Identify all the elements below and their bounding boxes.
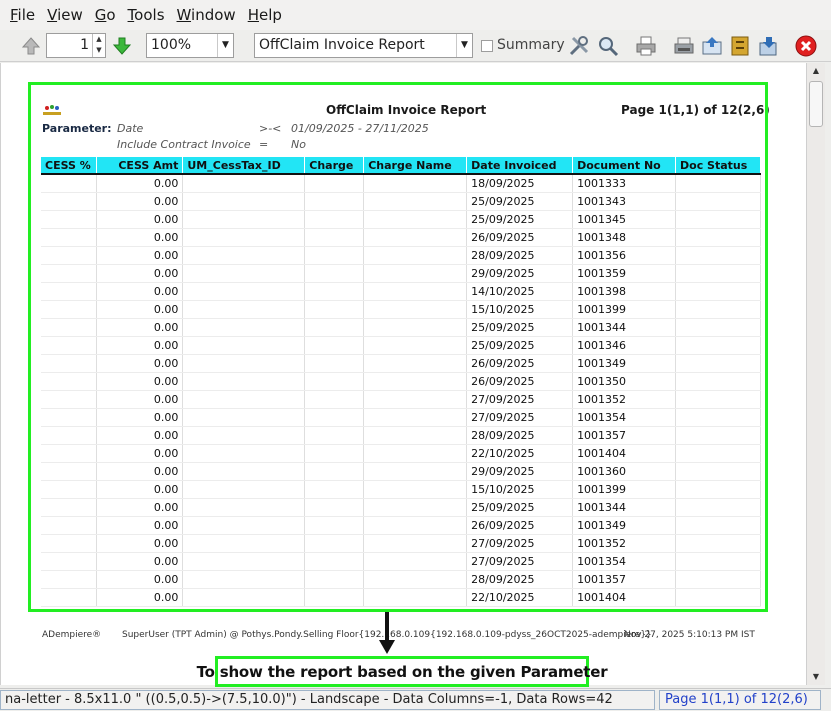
search-icon bbox=[599, 37, 619, 57]
zoom-select[interactable]: 100% ▼ bbox=[146, 33, 234, 58]
export-icon bbox=[759, 37, 777, 56]
send-email-button[interactable] bbox=[698, 32, 726, 60]
print-button[interactable] bbox=[632, 32, 660, 60]
stepper-down-icon[interactable]: ▼ bbox=[93, 45, 105, 56]
status-page-setup: na-letter - 8.5x11.0 " ((0.5,0.5)->(7.5,… bbox=[0, 690, 655, 710]
menu-file-label: ile bbox=[17, 6, 36, 24]
menu-help-label: elp bbox=[258, 6, 282, 24]
toolbar: 1 ▲ ▼ 100% ▼ OffClaim Invoice Report ▼ S… bbox=[0, 30, 831, 62]
find-button[interactable] bbox=[594, 32, 622, 60]
menu-help-mnemonic: H bbox=[247, 6, 259, 24]
customize-report-button[interactable] bbox=[565, 32, 593, 60]
stepper-arrows[interactable]: ▲ ▼ bbox=[92, 34, 105, 57]
print-preview-icon bbox=[674, 37, 694, 54]
mail-send-icon bbox=[702, 37, 722, 55]
menu-go-label: o bbox=[106, 6, 116, 24]
close-icon bbox=[795, 35, 817, 57]
footer-timestamp: Nov 27, 2025 5:10:13 PM IST bbox=[624, 630, 755, 640]
close-button[interactable] bbox=[792, 32, 820, 60]
menu-file-mnemonic: F bbox=[10, 6, 18, 24]
menu-window-mnemonic: W bbox=[176, 6, 192, 24]
stepper-up-icon[interactable]: ▲ bbox=[93, 34, 105, 45]
menu-file[interactable]: File bbox=[4, 0, 41, 30]
printer-icon bbox=[636, 36, 656, 56]
menu-help[interactable]: Help bbox=[242, 0, 288, 30]
zoom-value: 100% bbox=[151, 37, 192, 53]
scroll-down-icon[interactable]: ▼ bbox=[807, 669, 825, 685]
menu-bar: File View Go Tools Window Help bbox=[0, 0, 831, 30]
report-select[interactable]: OffClaim Invoice Report ▼ bbox=[254, 33, 473, 58]
vertical-scrollbar[interactable]: ▲ ▼ bbox=[806, 63, 825, 685]
report-page-highlight bbox=[28, 82, 768, 612]
menu-go-mnemonic: G bbox=[94, 6, 107, 24]
previous-page-button[interactable] bbox=[17, 32, 45, 60]
scroll-up-icon[interactable]: ▲ bbox=[807, 63, 825, 79]
summary-label[interactable]: Summary bbox=[497, 37, 565, 53]
summary-checkbox[interactable] bbox=[481, 40, 493, 52]
status-bar: na-letter - 8.5x11.0 " ((0.5,0.5)->(7.5,… bbox=[0, 688, 831, 711]
report-select-value: OffClaim Invoice Report bbox=[259, 37, 425, 53]
archive-icon bbox=[731, 36, 749, 56]
chevron-down-icon[interactable]: ▼ bbox=[456, 34, 472, 57]
menu-tools-label: ools bbox=[134, 6, 165, 24]
menu-window-label: indow bbox=[191, 6, 236, 24]
annotation-callout: To show the report based on the given Pa… bbox=[197, 656, 608, 687]
status-page-info[interactable]: Page 1(1,1) of 12(2,6) bbox=[659, 690, 821, 710]
annotation-text: To show the report based on the given Pa… bbox=[196, 662, 608, 681]
report-viewer-window: File View Go Tools Window Help 1 ▲ ▼ 100… bbox=[0, 0, 831, 711]
menu-window[interactable]: Window bbox=[171, 0, 242, 30]
window-edge bbox=[825, 63, 831, 685]
archive-button[interactable] bbox=[726, 32, 754, 60]
print-preview-button[interactable] bbox=[670, 32, 698, 60]
menu-view[interactable]: View bbox=[41, 0, 89, 30]
page-number-stepper[interactable]: 1 ▲ ▼ bbox=[46, 33, 106, 58]
chevron-down-icon[interactable]: ▼ bbox=[217, 34, 233, 57]
page-number-value: 1 bbox=[80, 37, 89, 53]
arrow-down-icon bbox=[112, 37, 132, 55]
export-button[interactable] bbox=[754, 32, 782, 60]
menu-view-mnemonic: V bbox=[47, 6, 58, 24]
footer-brand: ADempiere® bbox=[42, 630, 102, 640]
tools-icon bbox=[569, 36, 589, 56]
menu-view-label: iew bbox=[57, 6, 83, 24]
next-page-button[interactable] bbox=[108, 32, 136, 60]
scrollbar-thumb[interactable] bbox=[809, 81, 823, 127]
annotation-arrow-icon bbox=[379, 612, 395, 654]
menu-go[interactable]: Go bbox=[89, 0, 122, 30]
menu-tools[interactable]: Tools bbox=[122, 0, 171, 30]
arrow-up-icon bbox=[21, 37, 41, 55]
